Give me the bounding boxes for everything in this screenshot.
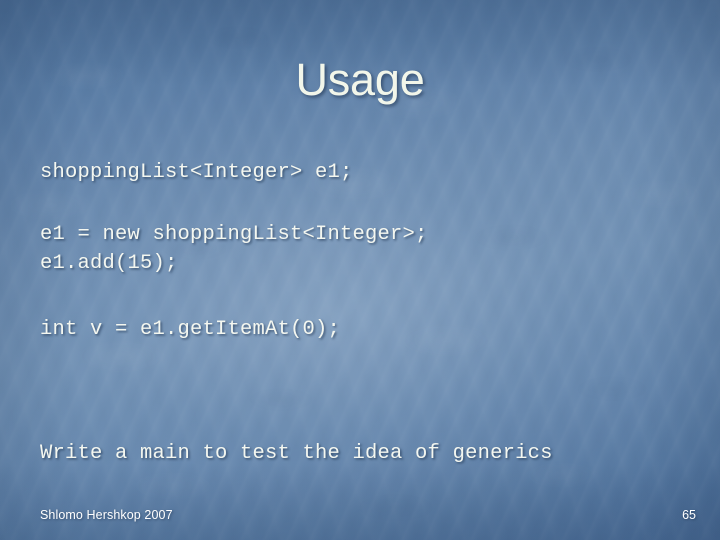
slide-content: Usage shoppingList<Integer> e1; e1 = new…: [0, 0, 720, 540]
footer-author: Shlomo Hershkop 2007: [40, 508, 173, 522]
code-line: e1 = new shoppingList<Integer>;: [40, 223, 428, 246]
presentation-slide: Usage shoppingList<Integer> e1; e1 = new…: [0, 0, 720, 540]
footer-page-number: 65: [682, 508, 696, 522]
code-line: int v = e1.getItemAt(0);: [40, 318, 341, 341]
code-line: shoppingList<Integer> e1;: [40, 161, 353, 184]
slide-body: shoppingList<Integer> e1; e1 = new shopp…: [40, 158, 680, 468]
instruction-line: Write a main to test the idea of generic…: [40, 442, 553, 465]
code-line: e1.add(15);: [40, 252, 178, 275]
slide-title: Usage: [295, 54, 425, 105]
